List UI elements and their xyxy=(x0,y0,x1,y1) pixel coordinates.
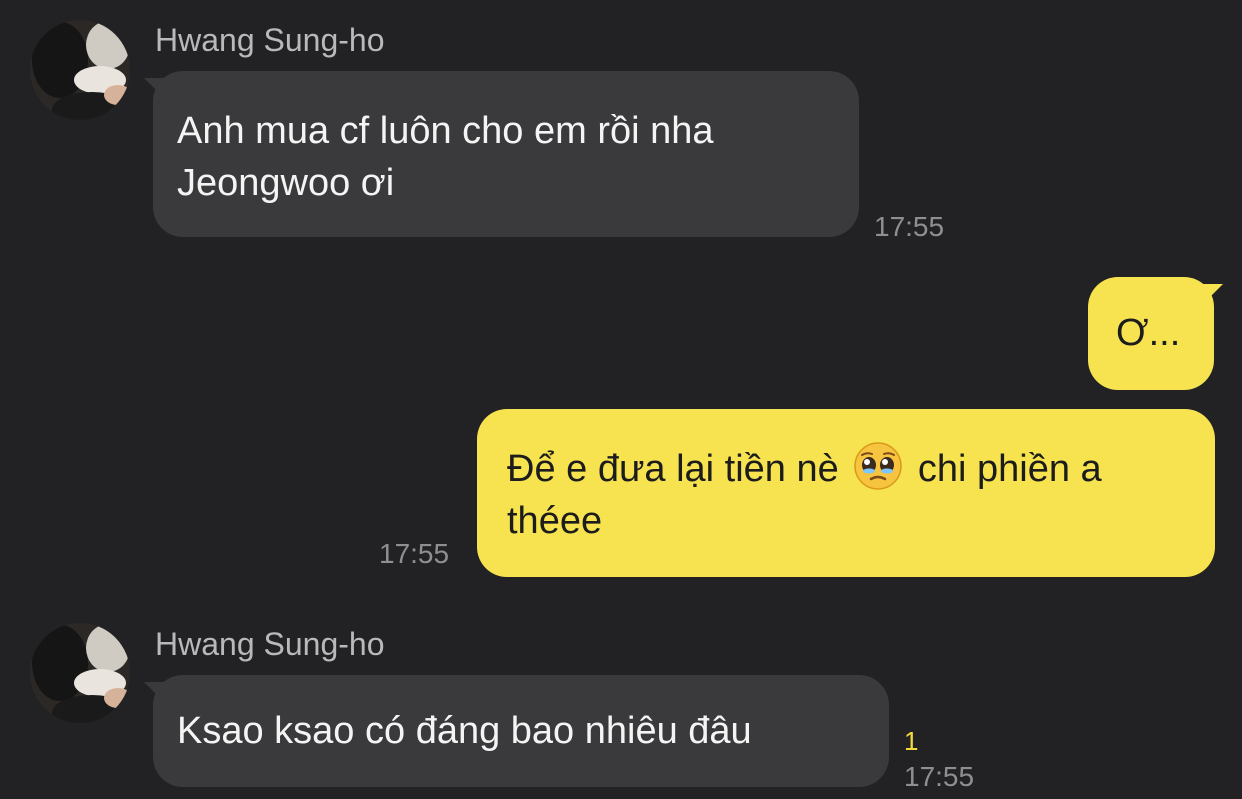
message-text: Ơ... xyxy=(1116,312,1181,354)
message-bubble-incoming[interactable]: Ksao ksao có đáng bao nhiêu đâu xyxy=(153,675,889,787)
sender-avatar[interactable] xyxy=(30,623,130,723)
pleading-face-emoji xyxy=(853,441,903,491)
sender-avatar[interactable] xyxy=(30,20,130,120)
avatar-photo-icon xyxy=(30,20,130,120)
message-text: Ksao ksao có đáng bao nhiêu đâu xyxy=(177,710,752,752)
message-bubble-incoming[interactable]: Anh mua cf luôn cho em rồi nha Jeongwoo … xyxy=(153,71,859,237)
sender-name: Hwang Sung-ho xyxy=(155,626,385,662)
message-text: Anh mua cf luôn cho em rồi nha Jeongwoo … xyxy=(177,110,714,204)
chat-thread: Hwang Sung-ho Anh mua cf luôn cho em rồi… xyxy=(0,0,1242,799)
message-bubble-outgoing[interactable]: Để e đưa lại tiền nè chi phiền a théee xyxy=(477,409,1215,577)
message-timestamp: 17:55 xyxy=(379,538,450,569)
avatar-photo-icon xyxy=(30,623,130,723)
message-bubble-outgoing[interactable]: Ơ... xyxy=(1088,277,1214,390)
sender-name: Hwang Sung-ho xyxy=(155,22,385,58)
message-timestamp: 17:55 xyxy=(904,761,975,792)
unread-count-badge: 1 xyxy=(904,726,919,756)
message-text-part: Để e đưa lại tiền nè xyxy=(507,448,839,490)
message-timestamp: 17:55 xyxy=(874,211,945,242)
